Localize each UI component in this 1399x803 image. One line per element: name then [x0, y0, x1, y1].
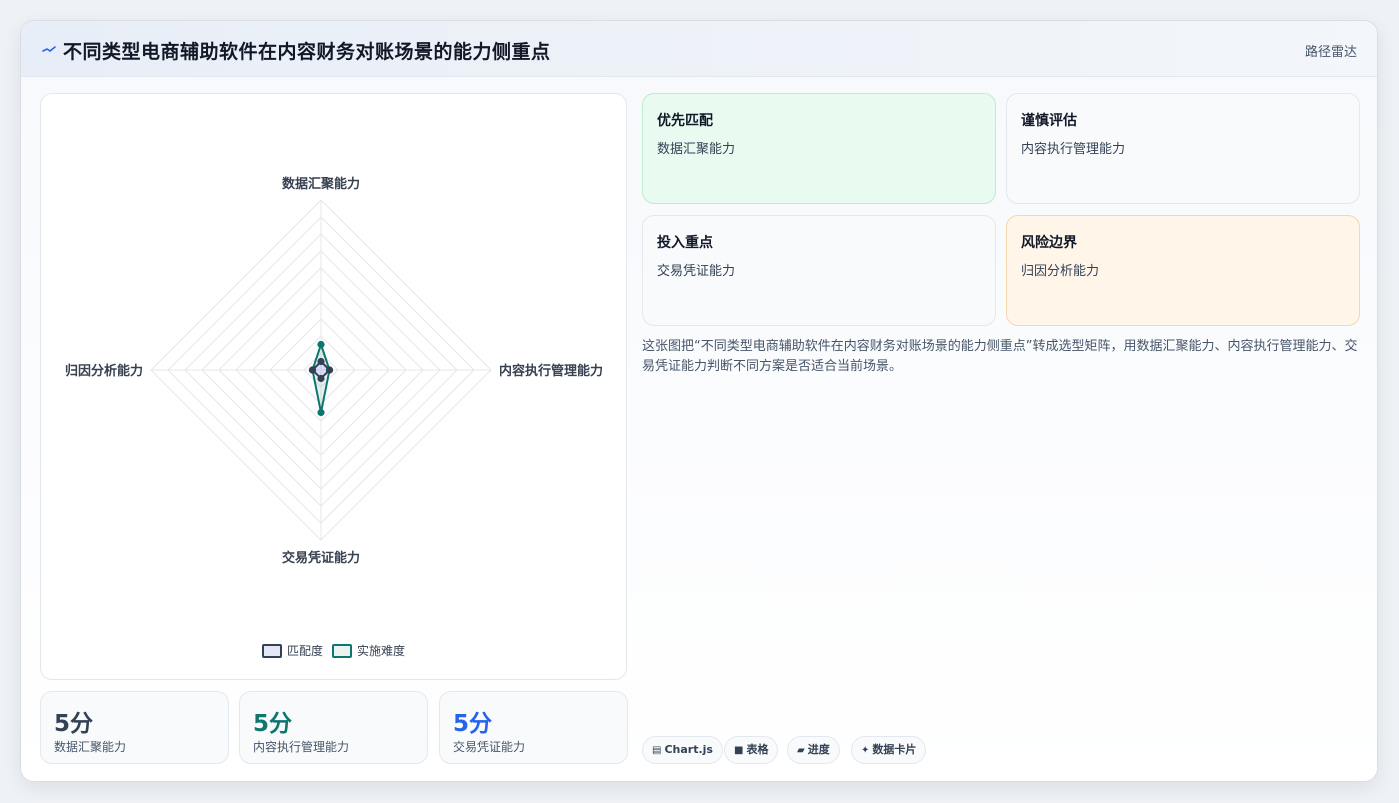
- radar-axis-label: 内容执行管理能力: [499, 363, 603, 379]
- radar-data-point: [317, 357, 325, 366]
- card-priority-match: 优先匹配 数据汇聚能力: [642, 93, 996, 204]
- stat-card-data-aggregation: 5分 数据汇聚能力: [40, 691, 229, 764]
- view-mode-label[interactable]: 路径雷达: [1305, 41, 1357, 60]
- chip-label: Chart.js: [664, 743, 713, 756]
- chip-progress[interactable]: ▰ 进度: [787, 736, 840, 764]
- page-title: 不同类型电商辅助软件在内容财务对账场景的能力侧重点: [63, 41, 551, 63]
- dashboard-frame: 不同类型电商辅助软件在内容财务对账场景的能力侧重点 路径雷达 数据汇聚能力内容执…: [20, 20, 1378, 782]
- radar-axis-label: 归因分析能力: [65, 363, 143, 379]
- radar-axis-label: 交易凭证能力: [282, 550, 360, 566]
- radar-chart: 数据汇聚能力内容执行管理能力交易凭证能力 归因分析能力匹配度 实施难度: [65, 176, 603, 658]
- radar-axis-label: 数据汇聚能力: [282, 176, 360, 192]
- radar-data-point: [317, 340, 325, 349]
- card-careful-evaluation: 谨慎评估 内容执行管理能力: [1006, 93, 1360, 204]
- card-title: 投入重点: [657, 235, 713, 251]
- legend-swatch: [332, 644, 352, 658]
- stat-label: 内容执行管理能力: [253, 740, 350, 754]
- radar-chart-card: 数据汇聚能力内容执行管理能力交易凭证能力 归因分析能力匹配度 实施难度: [40, 93, 627, 680]
- card-title: 优先匹配: [657, 113, 713, 129]
- radar-data-point: [308, 366, 317, 374]
- card-title: 风险边界: [1021, 235, 1077, 251]
- legend-label: 匹配度: [287, 643, 323, 658]
- card-investment-focus: 投入重点 交易凭证能力: [642, 215, 996, 326]
- stat-card-content-execution: 5分 内容执行管理能力: [239, 691, 428, 764]
- pulse-icon: [42, 46, 56, 52]
- chip-chartjs[interactable]: ▤ Chart.js: [642, 736, 723, 764]
- sparkle-icon: ✦: [861, 745, 870, 756]
- description-text: 这张图把“不同类型电商辅助软件在内容财务对账场景的能力侧重点”转成选型矩阵，用数…: [642, 339, 1358, 374]
- card-subtitle: 数据汇聚能力: [657, 142, 736, 157]
- progress-icon: ▰: [797, 745, 805, 756]
- grid-icon: ■: [734, 745, 744, 756]
- chip-label: 进度: [807, 743, 830, 756]
- card-risk-boundary: 风险边界 归因分析能力: [1006, 215, 1360, 326]
- radar-data-point: [325, 366, 334, 374]
- stat-value: 5分: [54, 711, 94, 737]
- card-subtitle: 归因分析能力: [1021, 264, 1100, 279]
- table-icon: ▤: [652, 745, 662, 756]
- chip-label: 表格: [746, 743, 769, 756]
- stat-label: 交易凭证能力: [453, 740, 526, 754]
- chip-label: 数据卡片: [872, 743, 917, 756]
- card-subtitle: 内容执行管理能力: [1021, 142, 1126, 157]
- card-subtitle: 交易凭证能力: [657, 264, 736, 279]
- stat-value: 5分: [453, 711, 493, 737]
- stat-card-transaction-voucher: 5分 交易凭证能力: [439, 691, 628, 764]
- radar-data-point: [317, 374, 325, 383]
- radar-data-point: [317, 408, 325, 417]
- card-title: 谨慎评估: [1021, 113, 1077, 129]
- legend-swatch: [262, 644, 282, 658]
- stat-label: 数据汇聚能力: [54, 740, 127, 754]
- stat-value: 5分: [253, 711, 293, 737]
- chip-data-cards[interactable]: ✦ 数据卡片: [851, 736, 927, 764]
- legend-label: 实施难度: [357, 643, 405, 658]
- header-bar: 不同类型电商辅助软件在内容财务对账场景的能力侧重点 路径雷达: [21, 21, 1377, 77]
- chip-table[interactable]: ■ 表格: [724, 736, 779, 764]
